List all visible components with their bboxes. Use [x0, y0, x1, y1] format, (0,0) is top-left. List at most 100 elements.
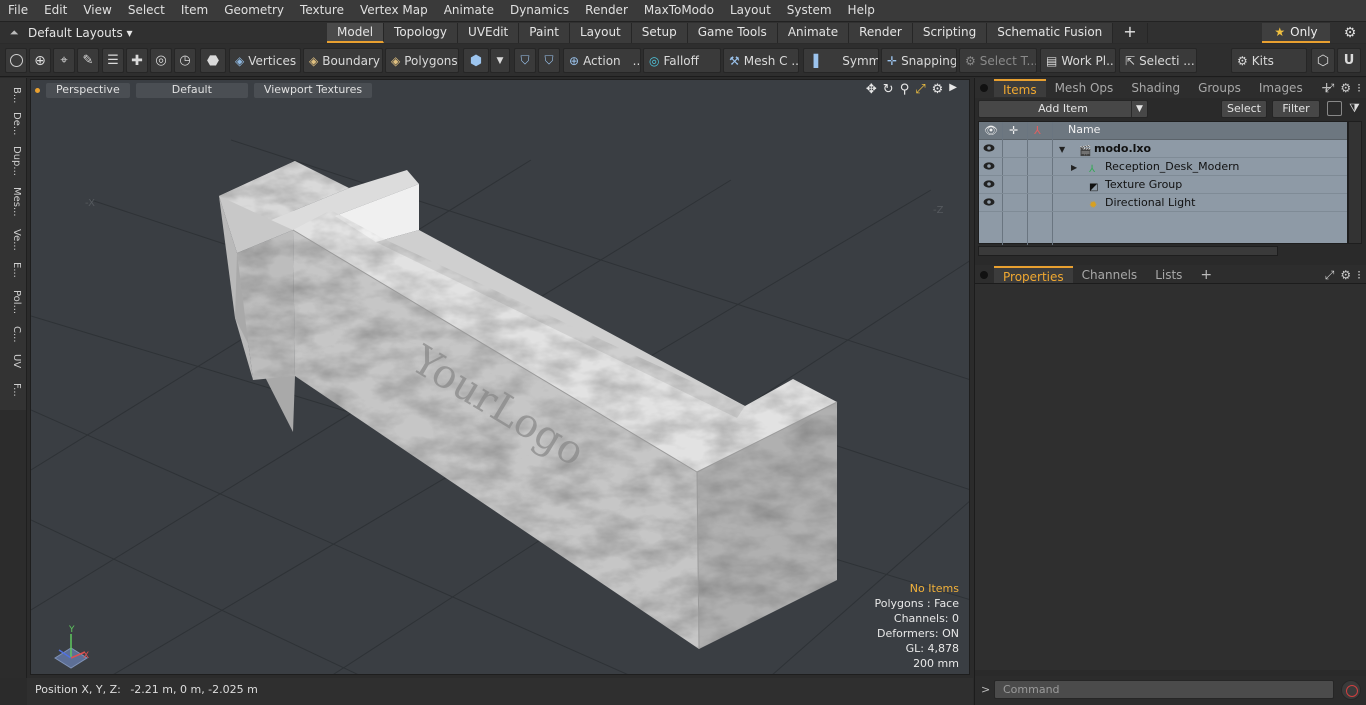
command-input[interactable]: Command: [994, 680, 1334, 699]
add-properties-tab-button[interactable]: +: [1191, 266, 1221, 284]
expand-icon[interactable]: ⤢: [1325, 81, 1335, 96]
chevron-down-icon[interactable]: ▼: [1131, 101, 1147, 117]
shading-mode-button[interactable]: Default: [135, 82, 248, 98]
ring-button[interactable]: ◎: [150, 48, 172, 73]
tab-render[interactable]: Render: [849, 23, 913, 43]
panel-dots-icon[interactable]: ⁝: [1357, 268, 1361, 283]
panel-gear-icon[interactable]: ⚙: [1340, 81, 1351, 96]
material-button[interactable]: ⬢: [463, 48, 489, 73]
eye-icon[interactable]: [983, 143, 995, 153]
column-name[interactable]: Name: [1068, 123, 1100, 136]
tab-setup[interactable]: Setup: [631, 23, 688, 43]
play-arrow-icon[interactable]: ▶: [949, 82, 957, 97]
menu-file[interactable]: File: [0, 0, 36, 21]
select-button[interactable]: Select: [1221, 100, 1267, 118]
sym-a-button[interactable]: ⛉: [514, 48, 536, 73]
expand-icon[interactable]: ⤢: [1325, 268, 1335, 283]
menu-geometry[interactable]: Geometry: [216, 0, 292, 21]
select-through-button[interactable]: ⚙ Select T...: [959, 48, 1037, 73]
clock-button[interactable]: ◷: [174, 48, 196, 73]
unity-button[interactable]: ⬡: [1311, 48, 1335, 73]
left-tab-deform[interactable]: De...: [4, 110, 22, 138]
viewport-gear-icon[interactable]: ⚙: [932, 82, 944, 97]
layout-menu[interactable]: ⏶ Default Layouts ▾: [0, 22, 200, 43]
tab-channels[interactable]: Channels: [1073, 266, 1147, 284]
action-center-button[interactable]: ⊕Action...: [563, 48, 641, 73]
command-history-arrow-icon[interactable]: >: [981, 683, 990, 696]
home-icon[interactable]: ⏶: [0, 26, 28, 40]
tab-items[interactable]: Items: [994, 79, 1046, 97]
work-plane-button[interactable]: ▤ Work Pl...: [1040, 48, 1116, 73]
maximize-icon[interactable]: ⤢: [915, 82, 925, 97]
falloff-button[interactable]: ◎ Falloff: [643, 48, 721, 73]
menu-render[interactable]: Render: [577, 0, 636, 21]
viewport-menu-dot[interactable]: [35, 87, 40, 93]
item-mode-button[interactable]: ⬣: [200, 48, 226, 73]
add-tab-button[interactable]: +: [1113, 23, 1148, 43]
boundary-button[interactable]: ◈ Boundary: [303, 48, 383, 73]
menu-edit[interactable]: Edit: [36, 0, 75, 21]
left-tab-mesh-edit[interactable]: Mes...: [4, 184, 22, 220]
view-mode-button[interactable]: Perspective: [46, 82, 130, 98]
brush-button[interactable]: ✎: [77, 48, 99, 73]
tab-mesh-ops[interactable]: Mesh Ops: [1046, 79, 1123, 97]
left-tab-vertex[interactable]: Ve...: [4, 226, 22, 254]
center-button[interactable]: ✚: [126, 48, 148, 73]
unreal-button[interactable]: U: [1337, 48, 1361, 73]
tab-paint[interactable]: Paint: [519, 23, 570, 43]
item-row-light[interactable]: ✹ Directional Light: [979, 194, 1347, 212]
kits-button[interactable]: ⚙ Kits: [1231, 48, 1307, 73]
3d-viewport[interactable]: -X -Z YourLogo Y X Perspective Default V…: [30, 79, 970, 675]
tab-lists[interactable]: Lists: [1146, 266, 1191, 284]
rotate-icon[interactable]: ↻: [883, 82, 894, 97]
only-button[interactable]: ★ Only: [1262, 23, 1330, 43]
gear-icon[interactable]: ⚙: [1336, 23, 1364, 43]
pan-icon[interactable]: ✥: [866, 82, 877, 97]
left-tab-curve[interactable]: C...: [4, 322, 22, 346]
left-tab-fusion[interactable]: F...: [4, 376, 22, 404]
selection-sets-button[interactable]: ⇱ Selecti ...: [1119, 48, 1197, 73]
left-tab-edge[interactable]: E...: [4, 258, 22, 282]
menu-dynamics[interactable]: Dynamics: [502, 0, 577, 21]
tab-game-tools[interactable]: Game Tools: [687, 23, 778, 43]
record-macro-icon[interactable]: [1341, 680, 1361, 700]
lock-column-icon[interactable]: ✛: [1009, 124, 1018, 137]
menu-select[interactable]: Select: [120, 0, 173, 21]
eye-icon[interactable]: [983, 161, 995, 171]
tab-properties[interactable]: Properties: [994, 266, 1073, 284]
panel-gear-icon[interactable]: ⚙: [1340, 268, 1351, 283]
tab-animate[interactable]: Animate: [777, 23, 850, 43]
menu-layout[interactable]: Layout: [722, 0, 779, 21]
menu-vertex-map[interactable]: Vertex Map: [352, 0, 436, 21]
visibility-column-eye-icon[interactable]: 👁: [984, 124, 998, 137]
eye-icon[interactable]: [983, 197, 995, 207]
polygons-button[interactable]: ◈ Polygons: [385, 48, 459, 73]
mesh-constraints-button[interactable]: ⚒ Mesh C ...: [723, 48, 799, 73]
panel-menu-dot[interactable]: [980, 84, 988, 92]
funnel-icon[interactable]: ⧩: [1347, 101, 1362, 116]
tab-shading[interactable]: Shading: [1122, 79, 1189, 97]
render-column-icon[interactable]: ⅄: [1034, 124, 1041, 137]
left-tab-basic[interactable]: B...: [4, 84, 22, 106]
left-tab-uv[interactable]: UV: [4, 350, 22, 372]
left-tab-polygon[interactable]: Pol...: [4, 286, 22, 318]
tab-scripting[interactable]: Scripting: [912, 23, 988, 43]
left-tab-duplicate[interactable]: Dup...: [4, 144, 22, 178]
snapping-button[interactable]: ✛ Snapping: [881, 48, 957, 73]
select-circle-button[interactable]: [5, 48, 27, 73]
collapse-icon[interactable]: [1327, 101, 1342, 116]
add-item-button[interactable]: Add Item ▼: [978, 100, 1148, 118]
tab-layout[interactable]: Layout: [569, 23, 632, 43]
items-vertical-scrollbar[interactable]: [1348, 121, 1362, 244]
viewport-textures-button[interactable]: Viewport Textures: [253, 82, 373, 98]
tab-schematic-fusion[interactable]: Schematic Fusion: [987, 23, 1114, 43]
tab-topology[interactable]: Topology: [384, 23, 459, 43]
panel-menu-dot[interactable]: [980, 271, 988, 279]
menu-help[interactable]: Help: [840, 0, 883, 21]
item-row-scene[interactable]: ▼ 🎬 modo.lxo: [979, 140, 1347, 158]
vertices-button[interactable]: ◈ Vertices: [229, 48, 301, 73]
expand-triangle-icon[interactable]: ▼: [1059, 141, 1065, 158]
tab-images[interactable]: Images: [1250, 79, 1312, 97]
menu-maxtomodo[interactable]: MaxToModo: [636, 0, 722, 21]
panel-dots-icon[interactable]: ⁝: [1357, 81, 1361, 96]
